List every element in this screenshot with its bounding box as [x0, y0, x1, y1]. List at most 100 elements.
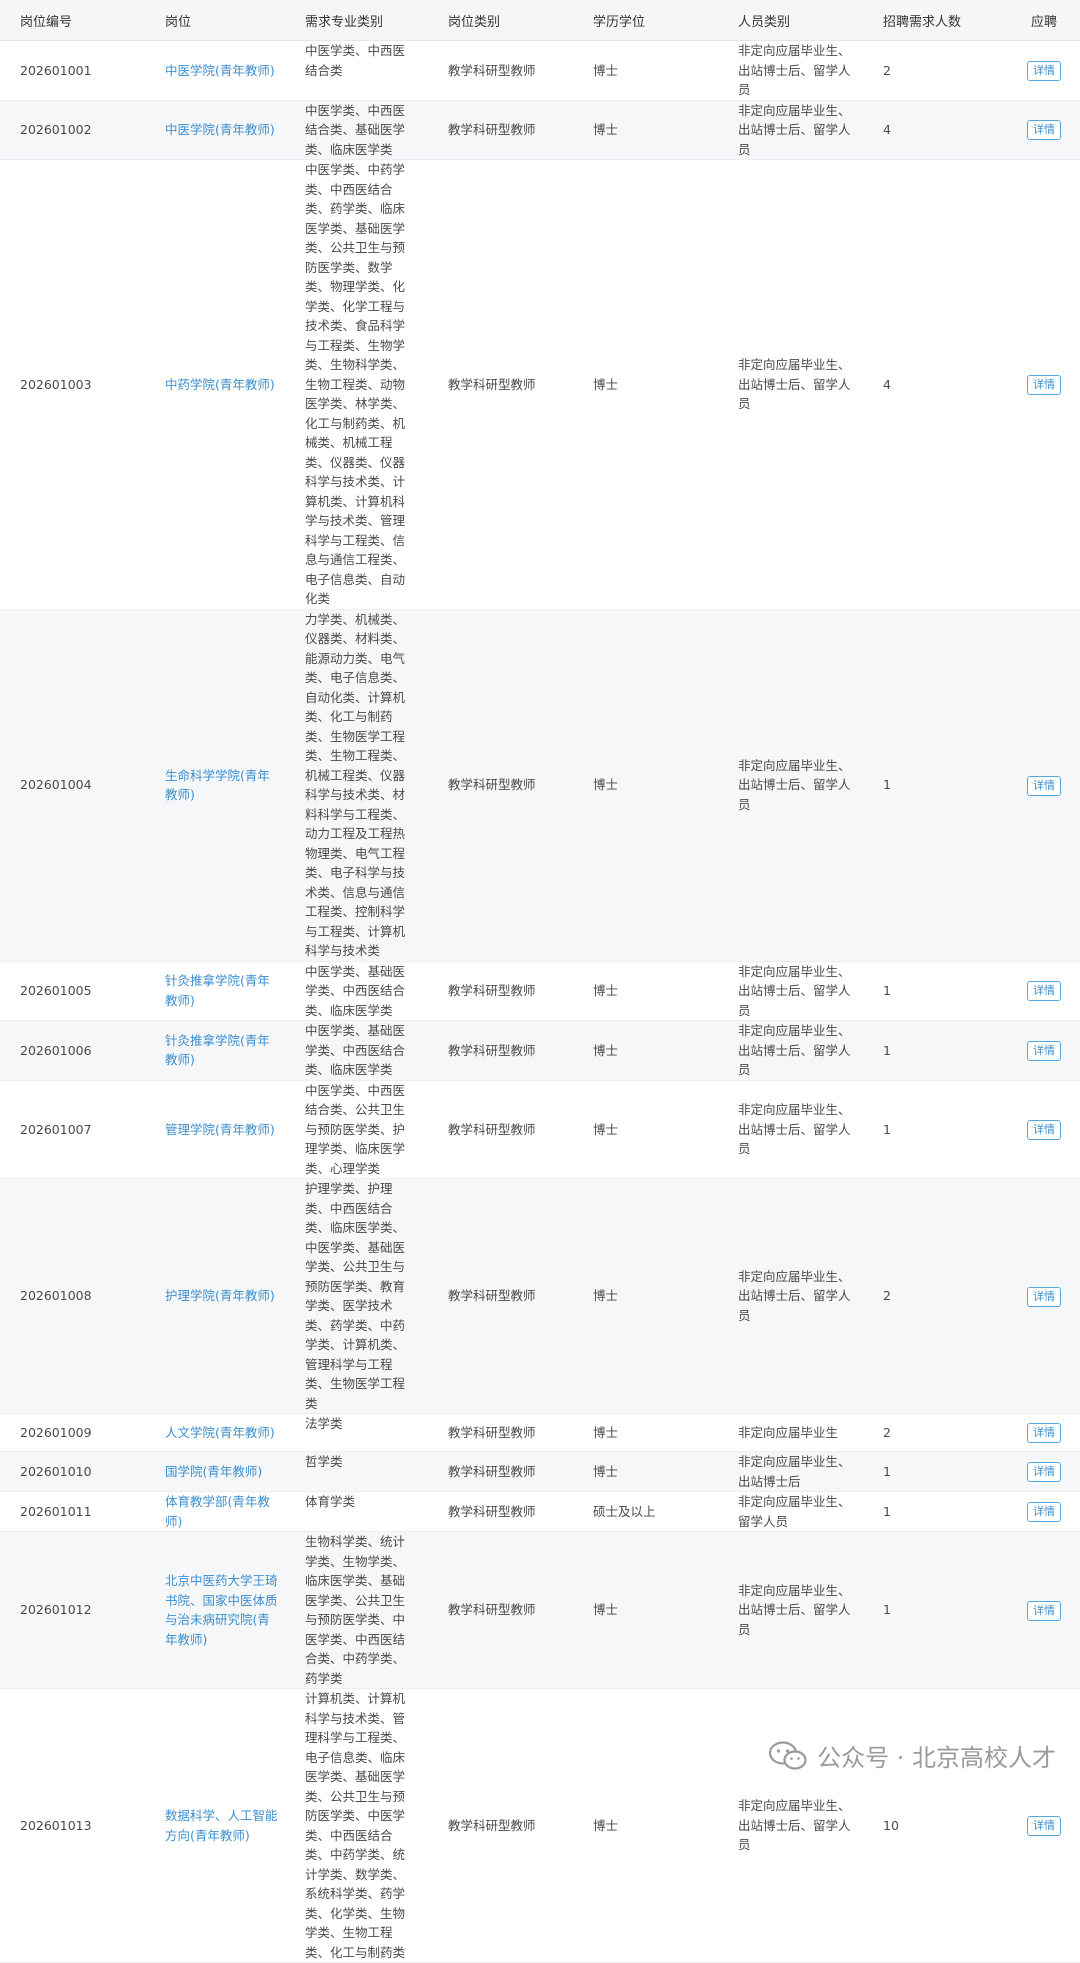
position-link[interactable]: 数据科学、人工智能方向(青年教师): [165, 1806, 285, 1845]
position-link[interactable]: 中医学院(青年教师): [165, 120, 285, 140]
post-id-cell: 202601001: [0, 40, 145, 101]
header-personnel[interactable]: 人员类别: [718, 0, 863, 41]
majors-cell: 中医学类、中西医结合类、基础医学类、临床医学类: [285, 100, 428, 160]
table-row: 202601005 针灸推拿学院(青年教师) 中医学类、基础医学类、中西医结合类、临…: [0, 961, 1080, 1021]
header-degree[interactable]: 学历学位: [573, 0, 718, 41]
majors-cell: 中医学类、中药学类、中西医结合类、药学类、临床医学类、基础医学类、公共卫生与预防…: [285, 159, 428, 610]
detail-button[interactable]: 详情: [1027, 775, 1061, 796]
degree-cell: 硕士及以上: [573, 1491, 718, 1532]
position-link[interactable]: 人文学院(青年教师): [165, 1423, 285, 1443]
personnel-cell: 非定向应届毕业生、出站博士后、留学人员: [718, 1178, 863, 1414]
personnel-cell: 非定向应届毕业生、出站博士后、留学人员: [718, 1080, 863, 1179]
apply-cell: 详情: [1008, 1531, 1080, 1689]
position-link[interactable]: 护理学院(青年教师): [165, 1286, 285, 1306]
post-id-cell: 202601009: [0, 1413, 145, 1452]
post-id-cell: 202601008: [0, 1178, 145, 1414]
job-table: 岗位编号 岗位 需求专业类别 岗位类别 学历学位 人员类别 招聘需求人数 应聘 …: [0, 0, 1080, 1963]
table-row: 202601012 北京中医药大学王琦书院、国家中医体质与治未病研究院(青年教师)…: [0, 1531, 1080, 1689]
position-link[interactable]: 中医学院(青年教师): [165, 61, 285, 81]
position-link[interactable]: 管理学院(青年教师): [165, 1120, 285, 1140]
table-row: 202601010 国学院(青年教师) 哲学类 教学科研型教师 博士 非定向应届毕业生、出…: [0, 1451, 1080, 1492]
degree-cell: 博士: [573, 1688, 718, 1963]
detail-button[interactable]: 详情: [1027, 1600, 1061, 1621]
table-row: 202601004 生命科学学院(青年教师) 力学类、机械类、仪器类、材料类、能源动…: [0, 609, 1080, 962]
header-count[interactable]: 招聘需求人数: [863, 0, 1008, 41]
position-cell: 护理学院(青年教师): [145, 1178, 285, 1414]
majors-cell: 中医学类、基础医学类、中西医结合类、临床医学类: [285, 1020, 428, 1081]
table-row: 202601007 管理学院(青年教师) 中医学类、中西医结合类、公共卫生与预防医学…: [0, 1080, 1080, 1179]
wechat-icon: [769, 1740, 807, 1770]
header-category[interactable]: 岗位类别: [428, 0, 573, 41]
position-link[interactable]: 生命科学学院(青年教师): [165, 766, 285, 805]
count-cell: 4: [863, 159, 1008, 610]
personnel-cell: 非定向应届毕业生: [718, 1413, 863, 1452]
detail-button[interactable]: 详情: [1027, 1040, 1061, 1061]
position-link[interactable]: 国学院(青年教师): [165, 1462, 285, 1482]
count-cell: 1: [863, 1451, 1008, 1492]
detail-button[interactable]: 详情: [1027, 1462, 1061, 1482]
position-link[interactable]: 针灸推拿学院(青年教师): [165, 1031, 285, 1070]
position-cell: 数据科学、人工智能方向(青年教师): [145, 1688, 285, 1963]
table-row: 202601013 数据科学、人工智能方向(青年教师) 计算机类、计算机科学与技术类…: [0, 1688, 1080, 1963]
detail-button[interactable]: 详情: [1027, 1286, 1061, 1307]
count-cell: 2: [863, 40, 1008, 101]
detail-button[interactable]: 详情: [1027, 374, 1061, 395]
personnel-cell: 非定向应届毕业生、出站博士后: [718, 1451, 863, 1492]
degree-cell: 博士: [573, 40, 718, 101]
position-link[interactable]: 中药学院(青年教师): [165, 375, 285, 395]
post-id-cell: 202601012: [0, 1531, 145, 1689]
position-cell: 管理学院(青年教师): [145, 1080, 285, 1179]
majors-cell: 中医学类、基础医学类、中西医结合类、临床医学类: [285, 961, 428, 1021]
category-cell: 教学科研型教师: [428, 1413, 573, 1452]
detail-button[interactable]: 详情: [1027, 1423, 1061, 1443]
personnel-cell: 非定向应届毕业生、出站博士后、留学人员: [718, 1531, 863, 1689]
count-cell: 2: [863, 1413, 1008, 1452]
table-header-row: 岗位编号 岗位 需求专业类别 岗位类别 学历学位 人员类别 招聘需求人数 应聘: [0, 0, 1080, 41]
header-position[interactable]: 岗位: [145, 0, 285, 41]
category-cell: 教学科研型教师: [428, 609, 573, 962]
position-link[interactable]: 北京中医药大学王琦书院、国家中医体质与治未病研究院(青年教师): [165, 1571, 285, 1649]
personnel-cell: 非定向应届毕业生、留学人员: [718, 1491, 863, 1532]
personnel-cell: 非定向应届毕业生、出站博士后、留学人员: [718, 609, 863, 962]
degree-cell: 博士: [573, 609, 718, 962]
apply-cell: 详情: [1008, 40, 1080, 101]
watermark: 公众号 · 北京高校人才: [769, 1738, 1056, 1773]
post-id-cell: 202601011: [0, 1491, 145, 1532]
apply-cell: 详情: [1008, 100, 1080, 160]
count-cell: 1: [863, 1020, 1008, 1081]
apply-cell: 详情: [1008, 1451, 1080, 1492]
majors-cell: 哲学类: [285, 1451, 428, 1492]
apply-cell: 详情: [1008, 1491, 1080, 1532]
degree-cell: 博士: [573, 100, 718, 160]
detail-button[interactable]: 详情: [1027, 1119, 1061, 1140]
post-id-cell: 202601004: [0, 609, 145, 962]
position-cell: 中医学院(青年教师): [145, 100, 285, 160]
position-cell: 人文学院(青年教师): [145, 1413, 285, 1452]
header-majors[interactable]: 需求专业类别: [285, 0, 428, 41]
degree-cell: 博士: [573, 1413, 718, 1452]
majors-cell: 法学类: [285, 1413, 428, 1452]
count-cell: 4: [863, 100, 1008, 160]
category-cell: 教学科研型教师: [428, 1178, 573, 1414]
position-cell: 体育教学部(青年教师): [145, 1491, 285, 1532]
category-cell: 教学科研型教师: [428, 159, 573, 610]
category-cell: 教学科研型教师: [428, 1491, 573, 1532]
detail-button[interactable]: 详情: [1027, 1502, 1061, 1522]
table-row: 202601001 中医学院(青年教师) 中医学类、中西医结合类 教学科研型教师 博士非…: [0, 40, 1080, 101]
position-cell: 中药学院(青年教师): [145, 159, 285, 610]
majors-cell: 生物科学类、统计学类、生物学类、临床医学类、基础医学类、公共卫生与预防医学类、中…: [285, 1531, 428, 1689]
personnel-cell: 非定向应届毕业生、出站博士后、留学人员: [718, 100, 863, 160]
detail-button[interactable]: 详情: [1027, 120, 1061, 141]
category-cell: 教学科研型教师: [428, 1451, 573, 1492]
majors-cell: 体育学类: [285, 1491, 428, 1532]
detail-button[interactable]: 详情: [1027, 981, 1061, 1002]
position-link[interactable]: 针灸推拿学院(青年教师): [165, 971, 285, 1010]
detail-button[interactable]: 详情: [1027, 1816, 1061, 1836]
apply-cell: 详情: [1008, 609, 1080, 962]
majors-cell: 护理学类、护理类、中西医结合类、临床医学类、中医学类、基础医学类、公共卫生与预防…: [285, 1178, 428, 1414]
majors-cell: 计算机类、计算机科学与技术类、管理科学与工程类、电子信息类、临床医学类、基础医学…: [285, 1688, 428, 1963]
position-link[interactable]: 体育教学部(青年教师): [165, 1492, 285, 1531]
category-cell: 教学科研型教师: [428, 1531, 573, 1689]
header-post-id[interactable]: 岗位编号: [0, 0, 145, 41]
detail-button[interactable]: 详情: [1027, 60, 1061, 81]
